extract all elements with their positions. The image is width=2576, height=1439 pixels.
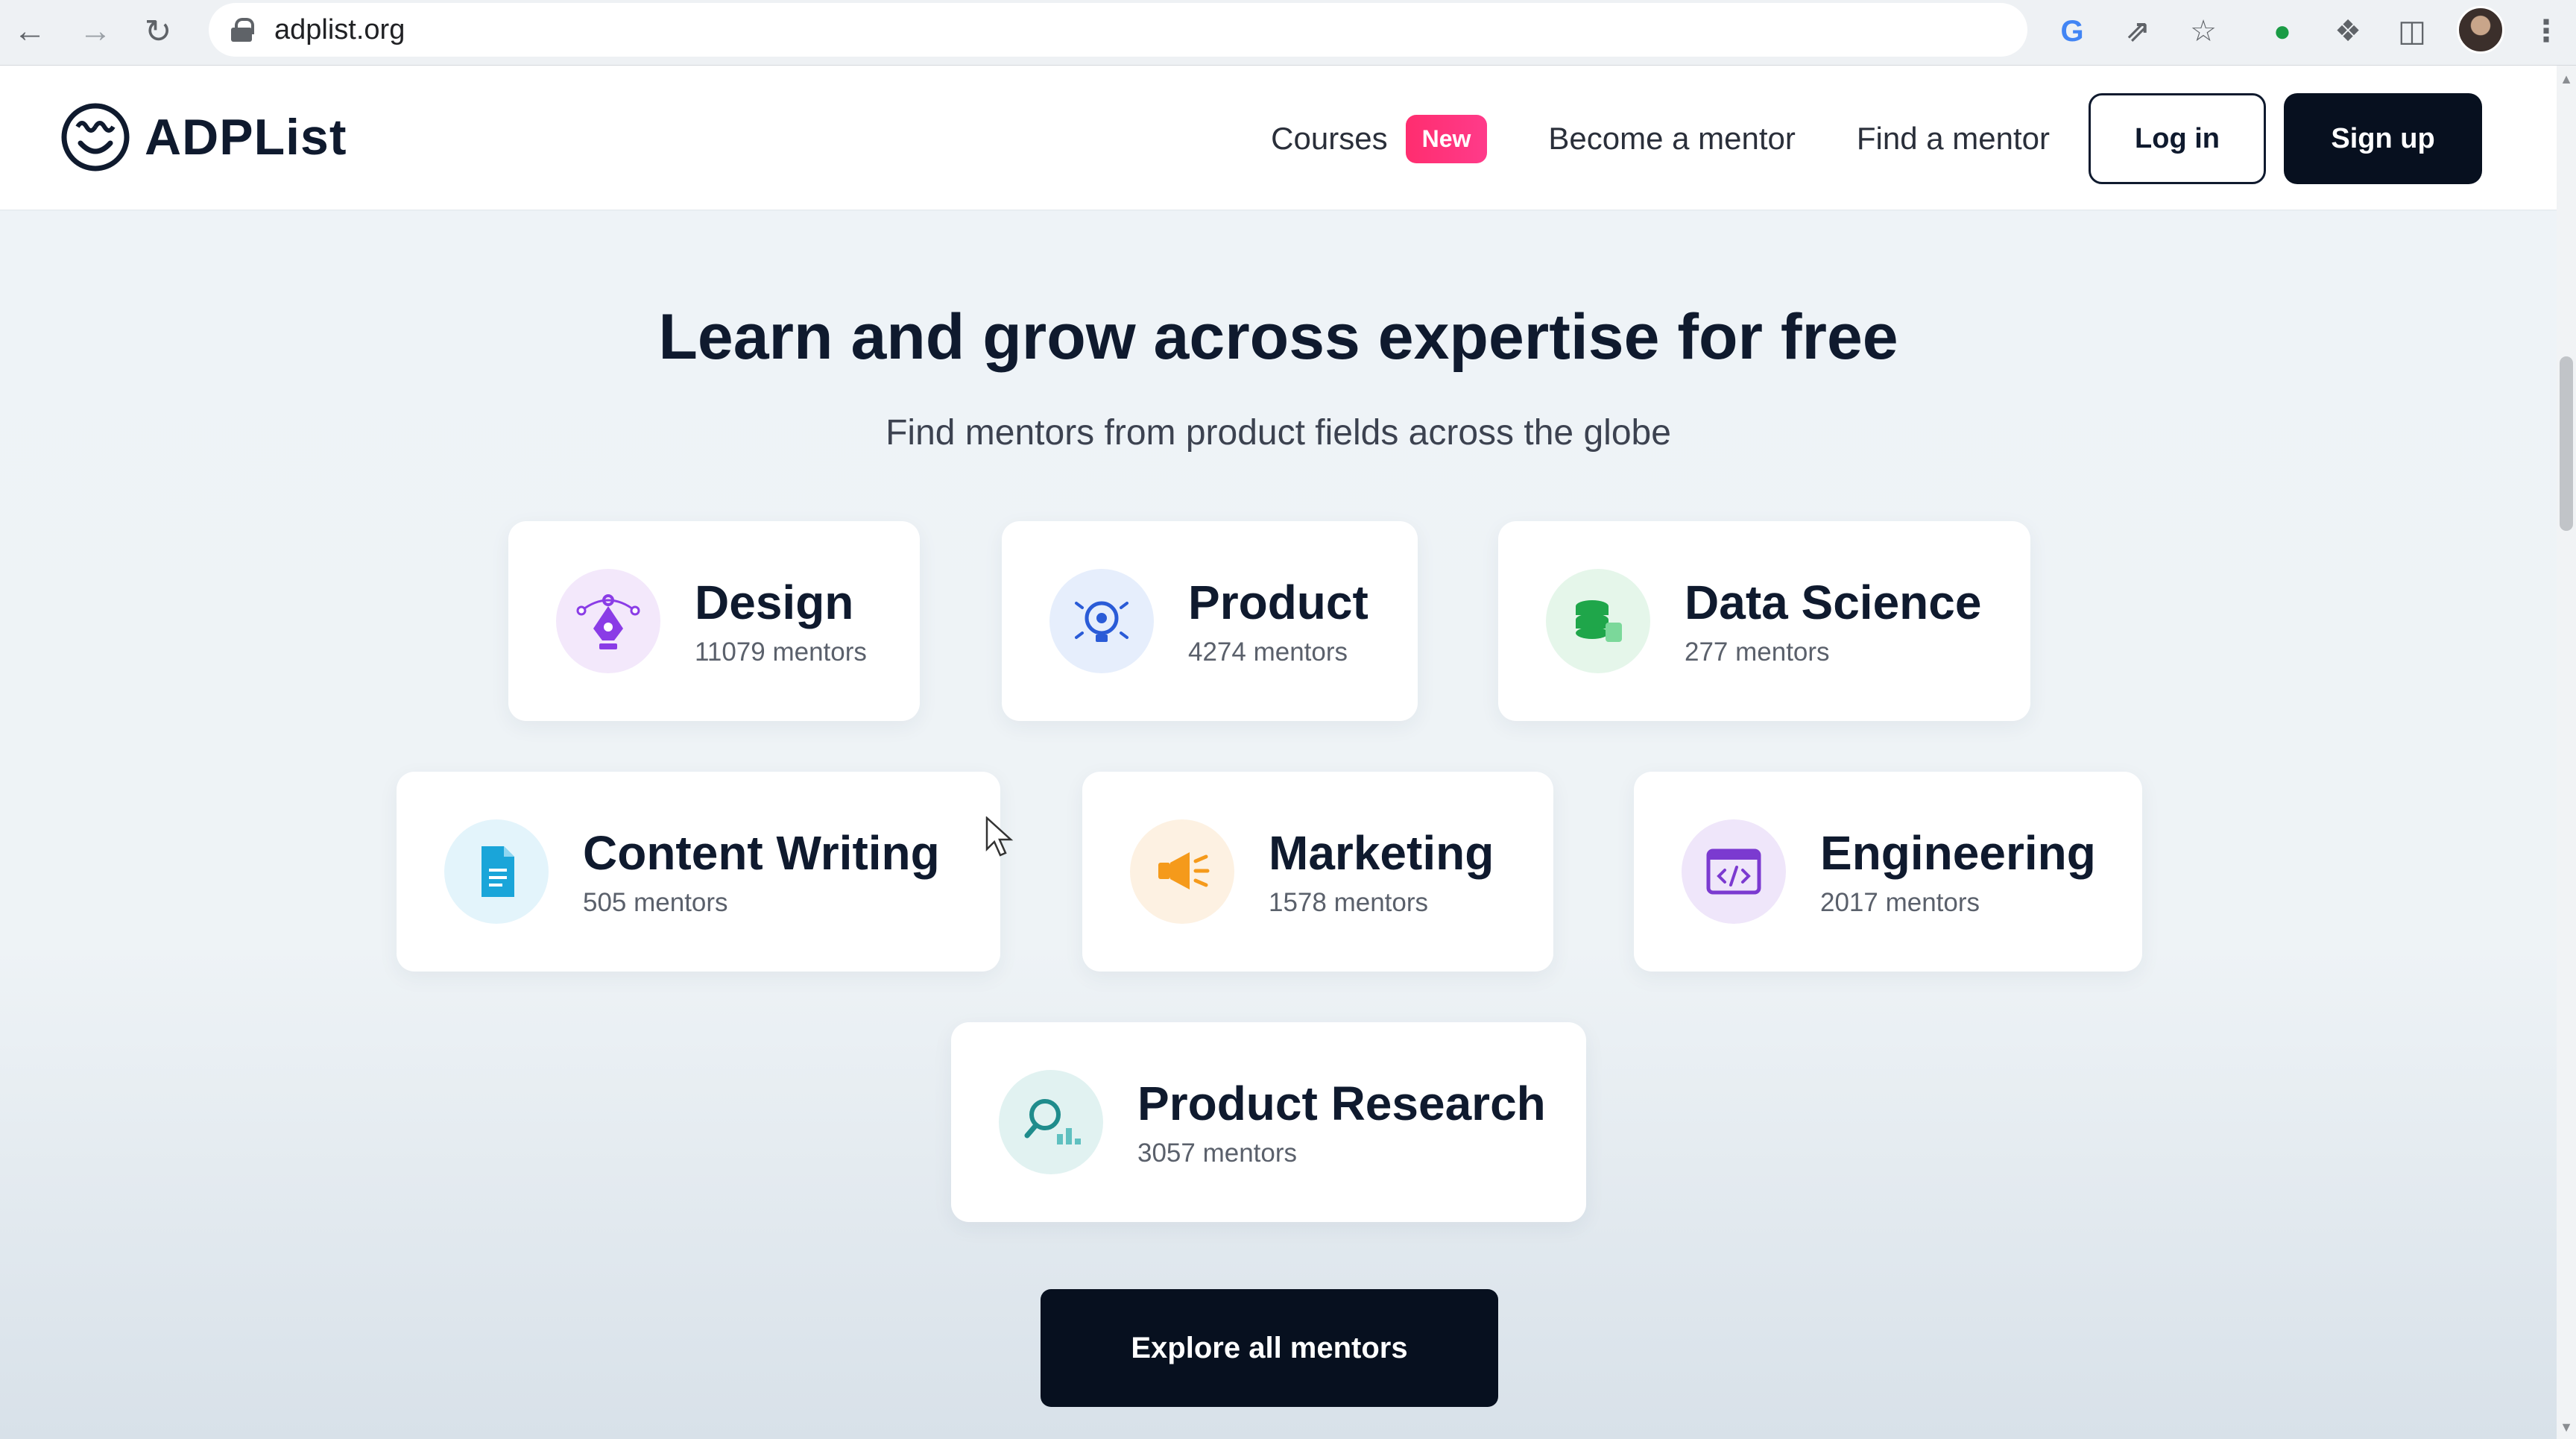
nav-courses-label: Courses — [1271, 121, 1388, 156]
scroll-down-arrow-icon[interactable]: ▼ — [2558, 1420, 2575, 1435]
category-card-design[interactable]: Design 11079 mentors — [508, 521, 920, 721]
category-count: 505 mentors — [583, 888, 728, 917]
share-icon[interactable]: ⇗ — [2114, 7, 2162, 55]
pen-tool-icon — [556, 569, 660, 673]
category-card-data-science[interactable]: Data Science 277 mentors — [1498, 521, 2030, 721]
category-count: 277 mentors — [1685, 637, 1830, 667]
puzzle-icon[interactable]: ❖ — [2324, 7, 2372, 55]
mouse-pointer-icon — [985, 816, 1014, 857]
login-button[interactable]: Log in — [2089, 93, 2266, 184]
lightbulb-icon — [1049, 569, 1154, 673]
scrollbar-track[interactable] — [2557, 66, 2576, 1439]
profile-avatar[interactable] — [2457, 6, 2504, 54]
category-title: Engineering — [1820, 826, 2096, 880]
back-arrow-icon[interactable]: ← — [6, 7, 54, 55]
section-subtitle: Find mentors from product fields across … — [886, 413, 1671, 453]
category-title: Design — [695, 576, 854, 629]
section-title: Learn and grow across expertise for free — [658, 301, 1898, 373]
nav-become-mentor[interactable]: Become a mentor — [1548, 121, 1796, 157]
expertise-section: Learn and grow across expertise for free… — [0, 211, 2557, 1439]
category-count: 2017 mentors — [1820, 888, 1980, 917]
extension-green-icon[interactable]: ● — [2258, 7, 2306, 55]
browser-toolbar: ← → ↻ adplist.org G ⇗ ☆ ● ❖ ◫ ⋮ — [0, 0, 2576, 66]
site-header: ADPList Courses New Become a mentor Find… — [0, 66, 2557, 210]
nav-find-mentor[interactable]: Find a mentor — [1857, 121, 2050, 157]
lock-icon — [231, 18, 254, 42]
star-icon[interactable]: ☆ — [2179, 7, 2227, 55]
category-card-engineering[interactable]: Engineering 2017 mentors — [1634, 772, 2142, 972]
google-icon[interactable]: G — [2048, 7, 2096, 55]
brand-logo[interactable]: ADPList — [60, 101, 347, 173]
top-nav: Courses New Become a mentor Find a mento… — [1271, 93, 2557, 184]
url-text: adplist.org — [274, 13, 405, 45]
address-bar[interactable]: adplist.org — [209, 3, 2027, 57]
category-title: Data Science — [1685, 576, 1982, 629]
database-stack-icon — [1546, 569, 1650, 673]
sidepanel-icon[interactable]: ◫ — [2388, 7, 2436, 55]
magnifier-chart-icon — [999, 1070, 1103, 1174]
category-card-product[interactable]: Product 4274 mentors — [1002, 521, 1418, 721]
category-title: Content Writing — [583, 826, 940, 880]
category-title: Product Research — [1137, 1077, 1546, 1130]
category-card-marketing[interactable]: Marketing 1578 mentors — [1082, 772, 1553, 972]
scroll-up-arrow-icon[interactable]: ▲ — [2558, 72, 2575, 86]
brand-name: ADPList — [145, 109, 347, 166]
code-window-icon — [1682, 819, 1786, 924]
smiley-logo-icon — [61, 103, 130, 171]
category-card-content-writing[interactable]: Content Writing 505 mentors — [397, 772, 1000, 972]
document-icon — [444, 819, 549, 924]
category-count: 4274 mentors — [1188, 637, 1348, 667]
reload-icon[interactable]: ↻ — [134, 7, 182, 55]
forward-arrow-icon[interactable]: → — [72, 7, 119, 55]
category-count: 3057 mentors — [1137, 1139, 1298, 1168]
category-count: 1578 mentors — [1269, 888, 1429, 917]
kebab-menu-icon[interactable]: ⋮ — [2522, 7, 2570, 55]
category-count: 11079 mentors — [695, 637, 867, 667]
nav-courses[interactable]: Courses New — [1271, 114, 1488, 163]
new-badge: New — [1405, 114, 1488, 163]
signup-button[interactable]: Sign up — [2284, 93, 2482, 184]
category-title: Product — [1188, 576, 1368, 629]
explore-all-mentors-button[interactable]: Explore all mentors — [1041, 1289, 1498, 1407]
scrollbar-thumb[interactable] — [2560, 356, 2573, 531]
category-title: Marketing — [1269, 826, 1494, 880]
megaphone-icon — [1130, 819, 1234, 924]
category-card-product-research[interactable]: Product Research 3057 mentors — [951, 1022, 1586, 1222]
